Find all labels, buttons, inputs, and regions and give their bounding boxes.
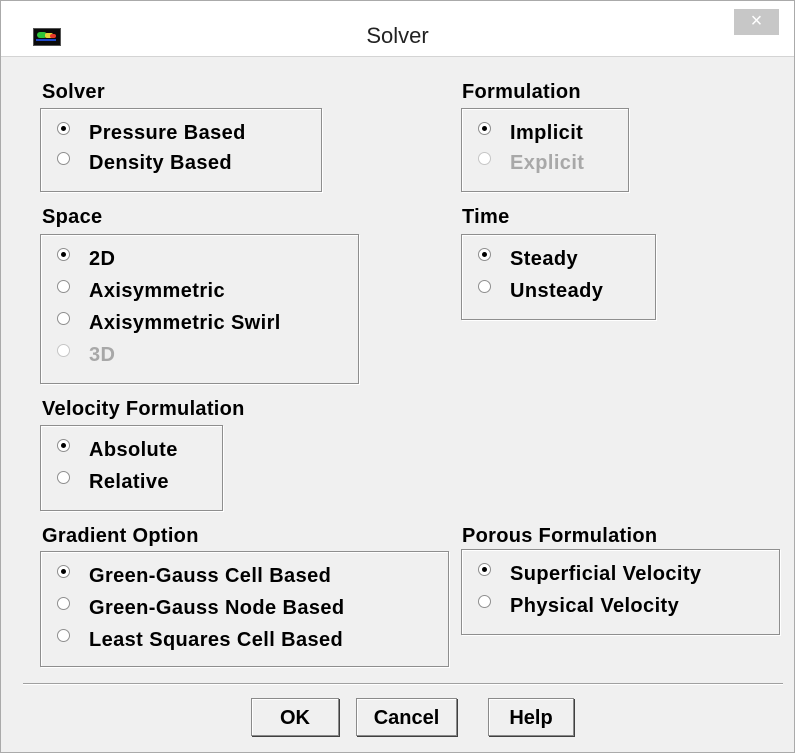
- time-label: Time: [462, 206, 510, 228]
- radio-icon[interactable]: [57, 629, 70, 643]
- radio-explicit: Explicit: [478, 152, 584, 175]
- radio-relative[interactable]: Relative: [57, 471, 169, 494]
- radio-icon[interactable]: [57, 122, 70, 136]
- radio-icon[interactable]: [57, 565, 70, 579]
- radio-absolute[interactable]: Absolute: [57, 439, 178, 462]
- radio-icon[interactable]: [57, 248, 70, 262]
- gradient-option-label: Gradient Option: [42, 525, 199, 547]
- radio-unsteady[interactable]: Unsteady: [478, 280, 603, 303]
- formulation-group: Implicit Explicit: [461, 108, 629, 192]
- radio-superficial-velocity[interactable]: Superficial Velocity: [478, 563, 701, 586]
- velocity-formulation-group: Absolute Relative: [40, 425, 223, 511]
- formulation-label: Formulation: [462, 81, 581, 103]
- radio-pressure-based[interactable]: Pressure Based: [57, 122, 246, 145]
- radio-2d[interactable]: 2D: [57, 248, 115, 271]
- porous-formulation-group: Superficial Velocity Physical Velocity: [461, 549, 780, 635]
- radio-icon[interactable]: [57, 439, 70, 453]
- radio-physical-velocity[interactable]: Physical Velocity: [478, 595, 679, 618]
- radio-icon: [478, 152, 491, 166]
- gradient-option-group: Green-Gauss Cell Based Green-Gauss Node …: [40, 551, 449, 667]
- button-separator: [23, 683, 783, 685]
- radio-icon[interactable]: [57, 471, 70, 485]
- radio-icon[interactable]: [57, 312, 70, 326]
- radio-icon[interactable]: [478, 248, 491, 262]
- radio-implicit[interactable]: Implicit: [478, 122, 583, 145]
- radio-icon: [57, 344, 70, 358]
- radio-axisymmetric[interactable]: Axisymmetric: [57, 280, 225, 303]
- radio-icon[interactable]: [478, 595, 491, 609]
- help-button[interactable]: Help: [488, 698, 574, 736]
- space-group: 2D Axisymmetric Axisymmetric Swirl 3D: [40, 234, 359, 384]
- solver-dialog: Solver × Solver Pressure Based Density B…: [0, 0, 795, 753]
- close-button[interactable]: ×: [734, 9, 779, 35]
- radio-icon[interactable]: [57, 280, 70, 294]
- porous-formulation-label: Porous Formulation: [462, 525, 658, 547]
- time-group: Steady Unsteady: [461, 234, 656, 320]
- velocity-formulation-label: Velocity Formulation: [42, 398, 245, 420]
- ok-button[interactable]: OK: [251, 698, 339, 736]
- solver-label: Solver: [42, 81, 105, 103]
- radio-green-gauss-node[interactable]: Green-Gauss Node Based: [57, 597, 345, 620]
- radio-density-based[interactable]: Density Based: [57, 152, 232, 175]
- space-label: Space: [42, 206, 103, 228]
- window-title: Solver: [366, 23, 429, 48]
- radio-icon[interactable]: [478, 122, 491, 136]
- radio-green-gauss-cell[interactable]: Green-Gauss Cell Based: [57, 565, 331, 588]
- cancel-button[interactable]: Cancel: [356, 698, 457, 736]
- radio-icon[interactable]: [57, 152, 70, 166]
- title-bar[interactable]: Solver ×: [1, 1, 794, 57]
- radio-icon[interactable]: [57, 597, 70, 611]
- radio-3d: 3D: [57, 344, 115, 367]
- radio-icon[interactable]: [478, 280, 491, 294]
- radio-axisymmetric-swirl[interactable]: Axisymmetric Swirl: [57, 312, 281, 335]
- radio-least-squares-cell[interactable]: Least Squares Cell Based: [57, 629, 343, 652]
- radio-steady[interactable]: Steady: [478, 248, 578, 271]
- solver-group: Pressure Based Density Based: [40, 108, 322, 192]
- radio-icon[interactable]: [478, 563, 491, 577]
